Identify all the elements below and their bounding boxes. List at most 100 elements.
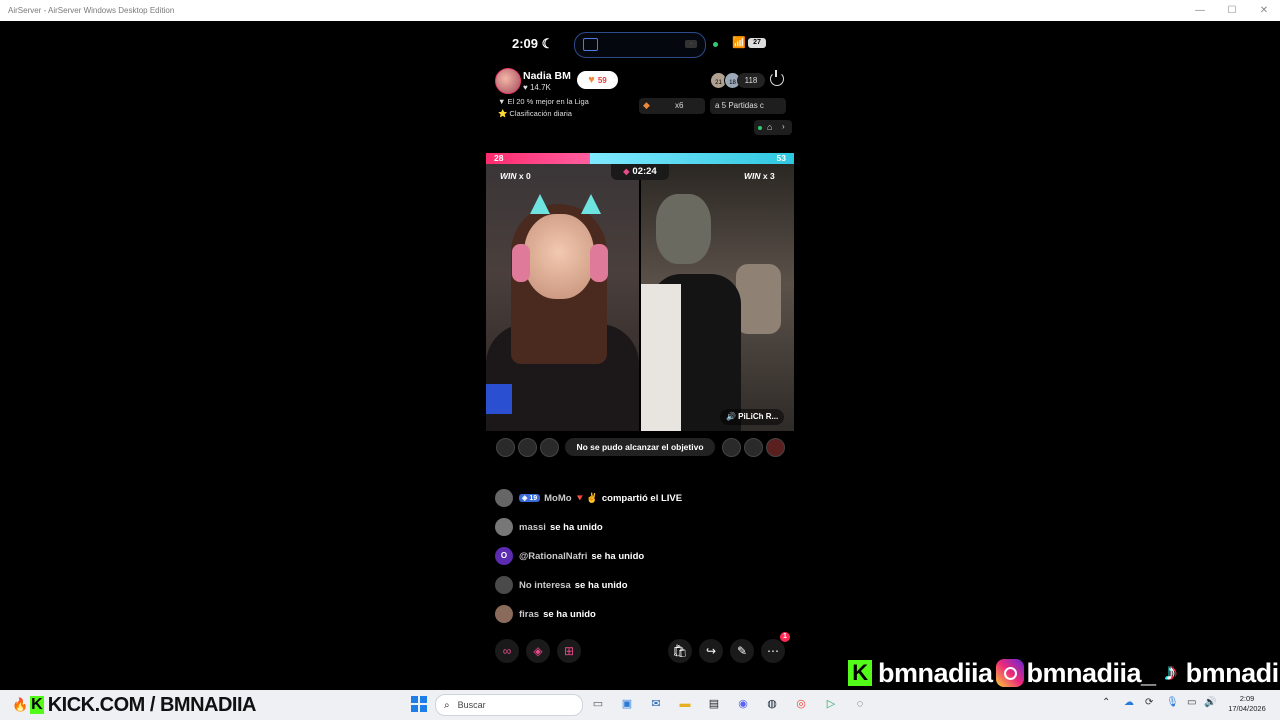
shop-icon[interactable]: 🛍 [668,639,692,663]
link-icon[interactable]: ∞ [495,639,519,663]
kick-logo-icon: K [848,660,872,686]
microphone-icon[interactable]: 🎙 [1166,697,1179,708]
social-handles-overlay: K bmnadiia bmnadiia_ ♪ bmnadiia [848,655,1280,691]
comment-user[interactable]: massi [519,522,546,533]
supporter-avatar[interactable] [722,438,741,457]
comment-item[interactable]: firas se ha unido [495,605,596,623]
search-placeholder: Buscar [457,700,486,710]
avatar[interactable] [495,518,513,536]
fan-club-button[interactable]: ♥ 59 [577,71,618,89]
tiktok-handle: bmnadiia [1185,657,1280,688]
share-icon[interactable]: ↪ [699,639,723,663]
instagram-logo-icon [995,659,1024,687]
steam-icon[interactable]: ◍ [763,695,781,713]
comment-user[interactable]: No interesa [519,580,571,591]
end-live-icon[interactable] [770,70,784,86]
start-button[interactable] [411,696,427,712]
battle-timer: ◆ 02:24 [611,164,669,180]
chevron-up-icon[interactable]: ⌃ [1102,697,1110,708]
maximize-button[interactable]: ☐ [1216,0,1248,21]
league-ranking[interactable]: ▼ El 20 % mejor en la Liga [498,97,589,106]
headset-shape [590,244,608,282]
avatar[interactable] [495,576,513,594]
supporter-avatar[interactable] [518,438,537,457]
heart-icon: ♥ [588,74,595,86]
screen-capture-icon[interactable]: ▤ [705,695,723,713]
airserver-icon[interactable]: ◌ [851,695,869,713]
notification-badge: 1 [780,632,790,642]
opponent-name[interactable]: 🔊 PiLiCh R... [720,409,784,425]
host-avatar[interactable] [495,68,521,94]
comment-user[interactable]: MoMo 🔻✌ [544,493,598,504]
volume-icon[interactable]: 🔊 [1204,697,1216,708]
objective-status: No se pudo alcanzar el objetivo [565,438,715,456]
battle-score-bar: 28 53 [486,153,794,164]
kick-url: KICK.COM / BMNADIIA [47,693,257,716]
kick-handle: bmnadiia [878,657,993,688]
host-name[interactable]: Nadia BM [523,70,571,82]
folder-icon[interactable]: ▬ [676,695,694,713]
network-icon[interactable]: ▭ [1187,697,1196,708]
opponent-video[interactable] [641,164,794,431]
supporter-avatar[interactable] [744,438,763,457]
camera-icon: ◦ [685,40,697,48]
cat-ear-shape [530,194,550,214]
host-likes: ♥ 14.7K [523,83,551,92]
discord-icon[interactable]: ◉ [734,695,752,713]
apps-icon[interactable]: ⊞ [557,639,581,663]
screen-mirror-icon [583,38,598,51]
search-icon: ⌕ [444,699,450,711]
comment-text: se ha unido [543,608,596,620]
fire-icon: 🔥 [12,697,28,712]
comment-item[interactable]: ◈ 19 MoMo 🔻✌ compartió el LIVE [495,489,682,507]
car-seat-shape [736,264,781,334]
taskbar-search[interactable]: ⌕ Buscar [435,694,583,716]
magic-wand-icon[interactable]: ✎ [730,639,754,663]
supporter-avatar[interactable] [766,438,785,457]
dynamic-island[interactable]: ◦ [574,32,706,58]
play-icon[interactable]: ▷ [822,695,840,713]
home-shortcut[interactable]: ⌂ › [754,120,792,135]
clock-date: 17/04/2026 [1228,704,1266,713]
comment-text: se ha unido [574,579,628,591]
clock-time: 2:09 [1239,694,1255,703]
viewer-count[interactable]: 118 [737,73,765,88]
chevron-right-icon: › [782,122,785,131]
more-icon[interactable]: ⋯ [761,639,785,663]
comment-item[interactable]: massi se ha unido [495,518,603,536]
right-win-streak: WIN x 3 [744,171,775,181]
comment-text: se ha unido [549,521,603,533]
comment-item[interactable]: O @RationalNafri se ha unido [495,547,644,565]
home-icon: ⌂ [767,122,773,132]
gift-goal[interactable]: ◆ x6 [639,98,705,114]
supporter-avatar[interactable] [540,438,559,457]
host-video[interactable] [486,164,639,431]
onedrive-icon[interactable]: ☁ [1124,697,1134,708]
store-icon[interactable]: ▣ [618,695,636,713]
chrome-icon[interactable]: ◎ [792,695,810,713]
phone-mirror: 2:09 ☾ ◦ 📶 27 Nadia BM ♥ 14.7K ♥ 59 21 1… [486,21,794,681]
sync-icon[interactable]: ⟳ [1145,697,1153,708]
games-banner[interactable]: a 5 Partidas c [710,98,786,114]
comment-user[interactable]: firas [519,609,539,620]
daily-ranking[interactable]: ⭐ Clasificación diaria [498,109,572,118]
minimize-button[interactable]: — [1184,0,1216,21]
taskbar-clock[interactable]: 2:09 17/04/2026 [1222,694,1272,714]
avatar[interactable] [495,605,513,623]
task-view-icon[interactable]: ▭ [589,695,607,713]
avatar[interactable]: O [495,547,513,565]
avatar[interactable] [495,489,513,507]
mail-icon[interactable]: ✉ [647,695,665,713]
wifi-icon: 📶 [732,37,746,49]
window-title: AirServer - AirServer Windows Desktop Ed… [8,6,175,15]
status-time: 2:09 ☾ [512,36,554,51]
fan-club-count: 59 [597,75,607,85]
comment-user[interactable]: @RationalNafri [519,551,587,562]
battle-icon: ◆ [623,167,630,176]
comment-item[interactable]: No interesa se ha unido [495,576,628,594]
supporter-avatar[interactable] [496,438,515,457]
battle-icon[interactable]: ◈ [526,639,550,663]
close-button[interactable]: ✕ [1248,0,1280,21]
comment-text: compartió el LIVE [601,492,683,504]
left-win-streak: WIN x 0 [500,171,531,181]
